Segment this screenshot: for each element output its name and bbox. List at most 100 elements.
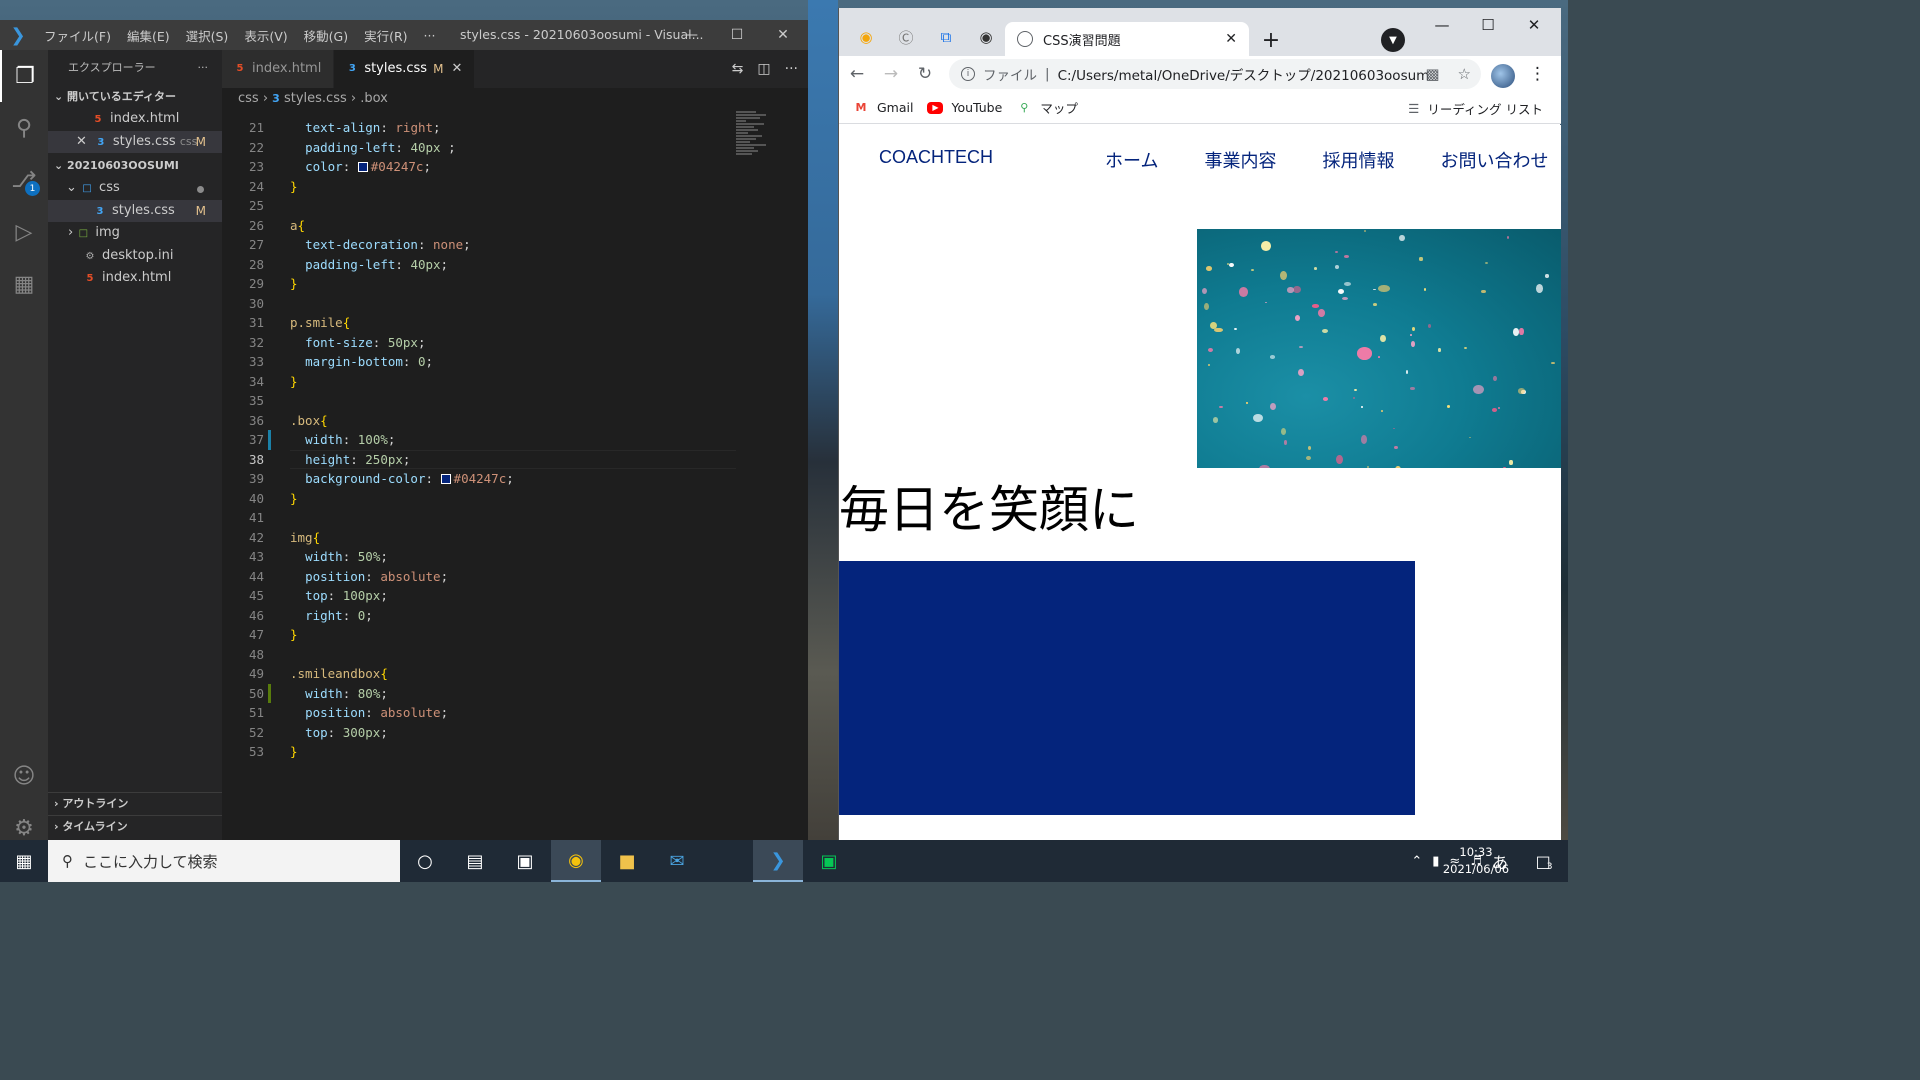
forward-icon[interactable]: →: [875, 58, 907, 90]
timeline-section[interactable]: › タイムライン: [48, 815, 222, 837]
breadcrumb-file[interactable]: styles.css: [284, 91, 347, 106]
translate-icon[interactable]: ▩: [1425, 65, 1439, 83]
more-actions-icon[interactable]: ···: [785, 61, 798, 77]
split-editor-icon[interactable]: ◫: [757, 61, 770, 77]
chrome-taskbar-icon[interactable]: ◉: [551, 840, 601, 882]
open-editor-item[interactable]: ✕ 3 styles.css css M: [48, 130, 222, 153]
tab-search-icon[interactable]: ▼: [1381, 28, 1405, 52]
confetti-piece: [1259, 464, 1271, 468]
run-debug-icon[interactable]: ▷: [0, 206, 48, 258]
site-nav: ホーム 事業内容 採用情報 お問い合わせ: [1105, 147, 1561, 173]
mail-icon[interactable]: ✉: [652, 840, 702, 882]
confetti-piece: [1380, 410, 1384, 413]
chrome-tab[interactable]: CSS演習問題 ✕: [1005, 22, 1249, 56]
more-icon[interactable]: ···: [198, 50, 209, 86]
notifications-icon[interactable]: □ 3: [1520, 840, 1568, 882]
line-icon[interactable]: ▣: [804, 840, 854, 882]
breadcrumb-folder[interactable]: css: [238, 91, 259, 106]
omnibox-url[interactable]: C:/Users/metal/OneDrive/デスクトップ/20210603o…: [1058, 64, 1428, 84]
confetti-piece: [1509, 460, 1513, 465]
modified-mark: M: [433, 62, 444, 76]
windows-start-icon[interactable]: ▦: [0, 840, 48, 882]
tree-file-styles[interactable]: 3 styles.css M: [48, 199, 222, 222]
github-icon[interactable]: ◉: [971, 22, 1001, 52]
account-icon[interactable]: ☺: [0, 750, 48, 802]
compare-icon[interactable]: ⇆: [732, 61, 744, 77]
close-tab-icon[interactable]: ✕: [1225, 31, 1237, 47]
confetti-piece: [1212, 417, 1219, 424]
tab-index-html[interactable]: 5 index.html: [222, 50, 335, 88]
task-view-icon[interactable]: ▤: [450, 840, 500, 882]
folder-icon: □: [78, 228, 89, 239]
minimize-button[interactable]: —: [1419, 10, 1465, 40]
tree-file-index[interactable]: 5 index.html: [48, 267, 222, 290]
profile-avatar[interactable]: [1491, 64, 1515, 88]
close-tab-icon[interactable]: ✕: [451, 50, 462, 88]
minimap[interactable]: [736, 110, 796, 200]
bookmark-star-icon[interactable]: ☆: [1458, 65, 1471, 83]
chevron-up-icon[interactable]: ⌃: [1411, 854, 1422, 869]
modified-mark: M: [195, 203, 206, 218]
new-tab-button[interactable]: +: [1257, 26, 1285, 54]
source-control-icon[interactable]: ⎇ 1: [0, 154, 48, 206]
code-line: 49 .smileandbox{: [248, 666, 388, 681]
tab-styles-css[interactable]: 3 styles.css M ✕: [334, 50, 476, 88]
editor-scrollbar[interactable]: [796, 110, 808, 830]
bookmark-gmail[interactable]: M Gmail: [853, 100, 914, 116]
outline-section[interactable]: › アウトライン: [48, 792, 222, 814]
menu-more[interactable]: ···: [416, 28, 444, 43]
search-icon[interactable]: ⚲: [0, 102, 48, 154]
bookmark-youtube[interactable]: ▶ YouTube: [927, 100, 1002, 115]
close-button[interactable]: ✕: [1511, 10, 1557, 40]
menu-selection[interactable]: 選択(S): [178, 26, 237, 45]
pinned-tab-icon[interactable]: ◉: [851, 22, 881, 52]
smile-heading: 毎日を笑顔に: [839, 481, 1139, 539]
close-icon[interactable]: ✕: [76, 134, 87, 149]
extensions-icon[interactable]: ▦: [0, 258, 48, 310]
nav-contact[interactable]: お問い合わせ: [1440, 147, 1548, 173]
code-line: 28 padding-left: 40px;: [248, 256, 449, 272]
code-line: 33 margin-bottom: 0;: [248, 354, 434, 369]
vscode-taskbar-icon[interactable]: ❯: [753, 840, 803, 882]
menu-go[interactable]: 移動(G): [296, 26, 356, 45]
code-editor[interactable]: 21 text-align: right; 22 padding-left: 40…: [222, 110, 808, 830]
explorer-icon[interactable]: ❐: [0, 50, 48, 102]
tree-file-desktop-ini[interactable]: ⚙ desktop.ini: [48, 245, 222, 268]
open-editor-item[interactable]: 5 index.html: [48, 108, 222, 131]
reading-list[interactable]: ☰ リーディング リスト: [1408, 92, 1543, 124]
tree-folder-css[interactable]: ⌄ □ css: [48, 177, 222, 200]
timeline-title: タイムライン: [62, 820, 128, 833]
minimize-button[interactable]: —: [668, 20, 714, 50]
workspace-section[interactable]: ⌄ 20210603OOSUMI: [48, 155, 222, 177]
breadcrumb-symbol[interactable]: .box: [360, 91, 388, 106]
confetti-piece: [1245, 402, 1249, 404]
nav-home[interactable]: ホーム: [1105, 147, 1158, 173]
scm-badge: 1: [25, 181, 40, 196]
clock[interactable]: 10:33 2021/06/06: [1436, 844, 1516, 878]
open-editors-section[interactable]: ⌄ 開いているエディター: [48, 86, 222, 108]
close-button[interactable]: ✕: [760, 20, 806, 50]
store-icon[interactable]: ▣: [500, 840, 550, 882]
taskbar-search[interactable]: ⚲ ここに入力して検索: [48, 840, 400, 882]
pinned-tab-icon[interactable]: Ⓒ: [891, 22, 921, 52]
omnibox[interactable]: i ファイル | C:/Users/metal/OneDrive/デスクトップ/…: [949, 59, 1481, 89]
maximize-button[interactable]: ☐: [1465, 10, 1511, 40]
menu-run[interactable]: 実行(R): [356, 26, 415, 45]
kebab-menu-icon[interactable]: ⋮: [1529, 64, 1546, 84]
pinned-tab-icon[interactable]: ⧉: [931, 22, 961, 52]
menu-edit[interactable]: 編集(E): [119, 26, 178, 45]
reload-icon[interactable]: ↻: [909, 58, 941, 90]
file-explorer-icon[interactable]: ■: [602, 840, 652, 882]
site-logo[interactable]: COACHTECH: [879, 147, 993, 168]
nav-business[interactable]: 事業内容: [1204, 147, 1276, 173]
cortana-icon[interactable]: ○: [400, 840, 450, 882]
menu-file[interactable]: ファイル(F): [36, 26, 119, 45]
maximize-button[interactable]: ☐: [714, 20, 760, 50]
code-line: 48: [248, 646, 264, 662]
menu-view[interactable]: 表示(V): [236, 26, 295, 45]
nav-recruit[interactable]: 採用情報: [1322, 147, 1394, 173]
info-icon[interactable]: i: [961, 67, 975, 81]
back-icon[interactable]: ←: [841, 58, 873, 90]
tree-folder-img[interactable]: › □ img: [48, 222, 222, 245]
bookmark-maps[interactable]: ⚲ マップ: [1016, 98, 1078, 117]
